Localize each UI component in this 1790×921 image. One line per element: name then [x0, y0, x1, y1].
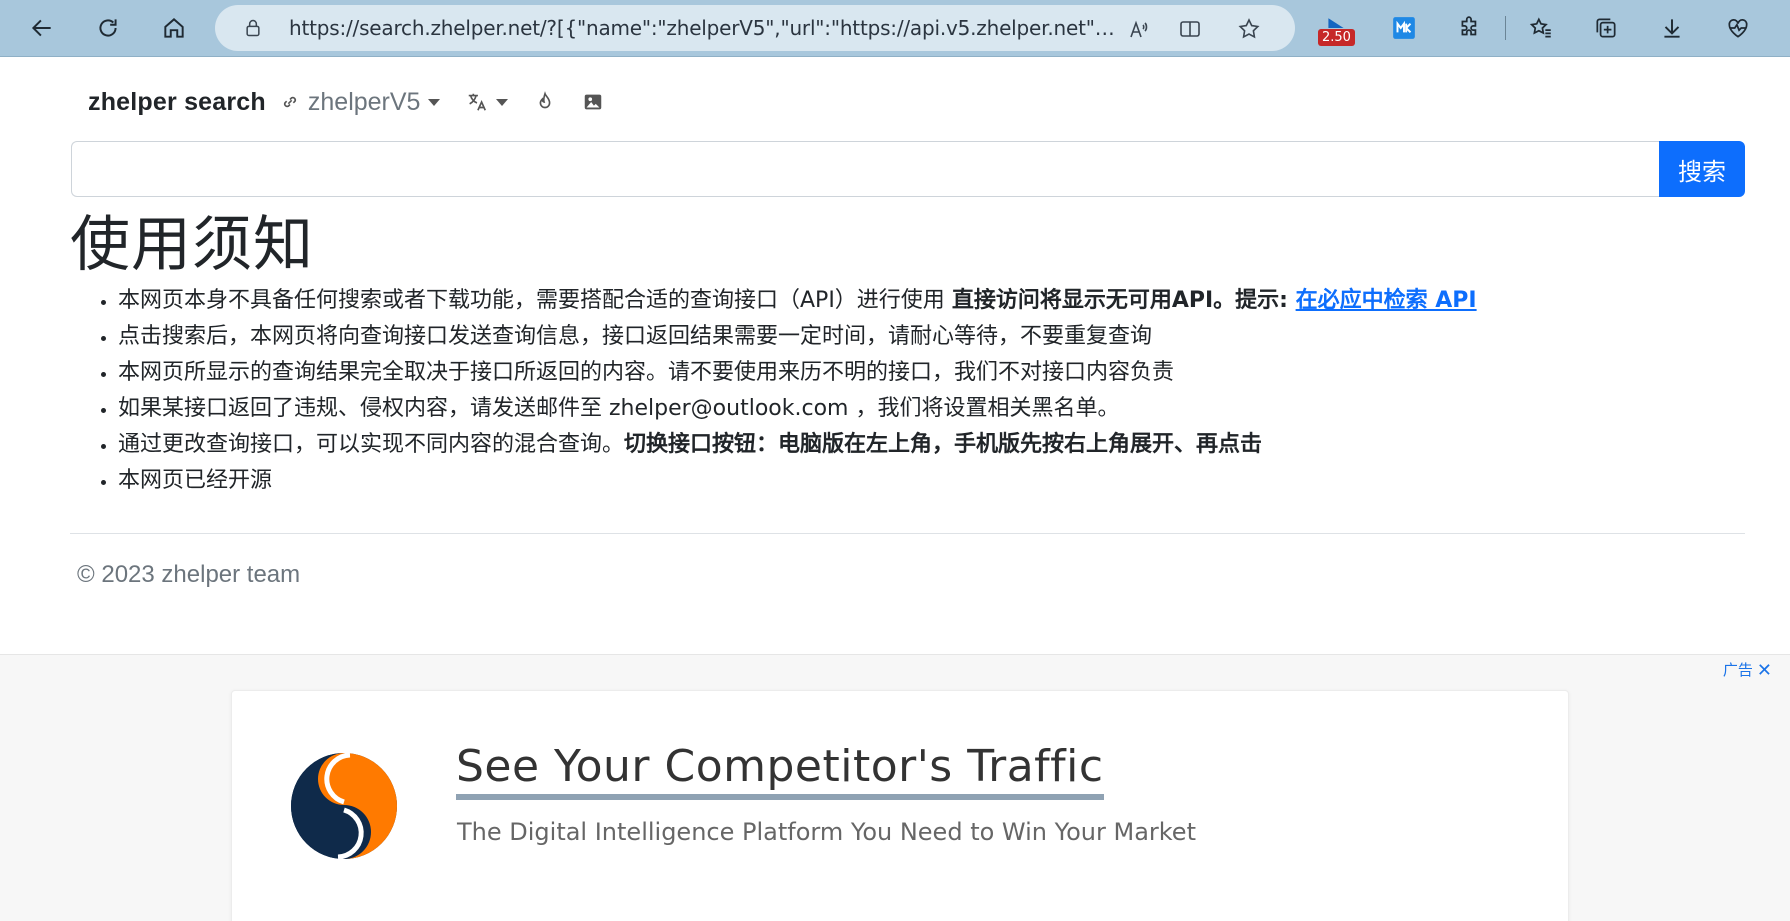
arrow-left-icon: [31, 19, 51, 37]
chevron-down-icon: [496, 98, 509, 106]
favorite-star-icon[interactable]: [1237, 17, 1261, 41]
list-item: 通过更改查询接口，可以实现不同内容的混合查询。切换接口按钮：电脑版在左上角，手机…: [118, 427, 1477, 463]
split-screen-icon[interactable]: [1178, 17, 1202, 41]
puzzle-icon: [1461, 16, 1477, 36]
refresh-icon: [99, 19, 117, 37]
toolbar-separator: [1505, 16, 1506, 40]
read-aloud-icon[interactable]: [1127, 17, 1151, 41]
ad-subtitle: The Digital Intelligence Platform You Ne…: [457, 818, 1196, 846]
downloads-button[interactable]: [1654, 10, 1690, 46]
brand-title[interactable]: zhelper search: [88, 88, 266, 117]
browser-essentials-button[interactable]: [1720, 10, 1756, 46]
refresh-button[interactable]: [88, 8, 128, 48]
hot-button[interactable]: [534, 91, 556, 113]
close-icon[interactable]: ✕: [1757, 661, 1772, 679]
home-button[interactable]: [154, 8, 194, 48]
lock-icon: [246, 19, 260, 37]
heart-pulse-icon: [1728, 19, 1748, 38]
mk-logo-icon: [1393, 17, 1415, 39]
download-icon: [1664, 19, 1680, 38]
api-selector-dropdown[interactable]: zhelperV5: [280, 88, 441, 117]
bing-search-api-link[interactable]: 在必应中检索 API: [1296, 288, 1477, 313]
search-input[interactable]: [71, 141, 1659, 197]
similarweb-logo-icon: [291, 752, 397, 860]
list-item: 如果某接口返回了违规、侵权内容，请发送邮件至 zhelper@outlook.c…: [118, 391, 1477, 427]
search-bar: 搜索: [71, 141, 1745, 197]
ad-card[interactable]: See Your Competitor's Traffic The Digita…: [231, 690, 1569, 921]
back-button[interactable]: [22, 8, 62, 48]
favorites-button[interactable]: [1523, 10, 1559, 46]
page-navbar: zhelper search zhelperV5: [88, 82, 604, 122]
image-button[interactable]: [582, 91, 604, 113]
search-button[interactable]: 搜索: [1659, 141, 1745, 197]
api-selector-label: zhelperV5: [307, 87, 421, 116]
footer-divider: [70, 533, 1745, 534]
list-item: 本网页本身不具备任何搜索或者下载功能，需要搭配合适的查询接口（API）进行使用 …: [118, 283, 1477, 319]
home-icon: [164, 18, 184, 38]
list-item: 本网页已经开源: [118, 463, 1477, 499]
ad-title[interactable]: See Your Competitor's Traffic: [456, 741, 1104, 800]
extension-mk[interactable]: [1386, 10, 1422, 46]
collections-icon: [1596, 18, 1616, 38]
image-icon: [585, 94, 602, 110]
ad-banner: 广告 ✕ See Your Competitor's Traffic The D…: [0, 654, 1790, 921]
translate-icon: [469, 93, 487, 111]
favorites-list-icon: [1529, 17, 1551, 38]
extension-badge: 2.50: [1318, 29, 1355, 46]
chevron-down-icon: [428, 98, 441, 106]
fire-icon: [540, 91, 551, 109]
notice-heading: 使用须知: [70, 210, 314, 280]
list-item: 点击搜索后，本网页将向查询接口发送查询信息，接口返回结果需要一定时间，请耐心等待…: [118, 319, 1477, 355]
url-text[interactable]: https://search.zhelper.net/?[{"name":"zh…: [289, 16, 1119, 40]
language-dropdown[interactable]: [466, 91, 509, 113]
list-item: 本网页所显示的查询结果完全取决于接口所返回的内容。请不要使用来历不明的接口，我们…: [118, 355, 1477, 391]
ad-label[interactable]: 广告 ✕: [1723, 659, 1772, 680]
collections-button[interactable]: [1588, 10, 1624, 46]
notice-list: 本网页本身不具备任何搜索或者下载功能，需要搭配合适的查询接口（API）进行使用 …: [118, 283, 1477, 499]
browser-toolbar: https://search.zhelper.net/?[{"name":"zh…: [0, 0, 1790, 57]
footer-copyright: © 2023 zhelper team: [77, 561, 301, 588]
link-icon: [283, 96, 296, 108]
address-bar[interactable]: https://search.zhelper.net/?[{"name":"zh…: [215, 5, 1295, 51]
extensions-button[interactable]: [1452, 10, 1488, 46]
